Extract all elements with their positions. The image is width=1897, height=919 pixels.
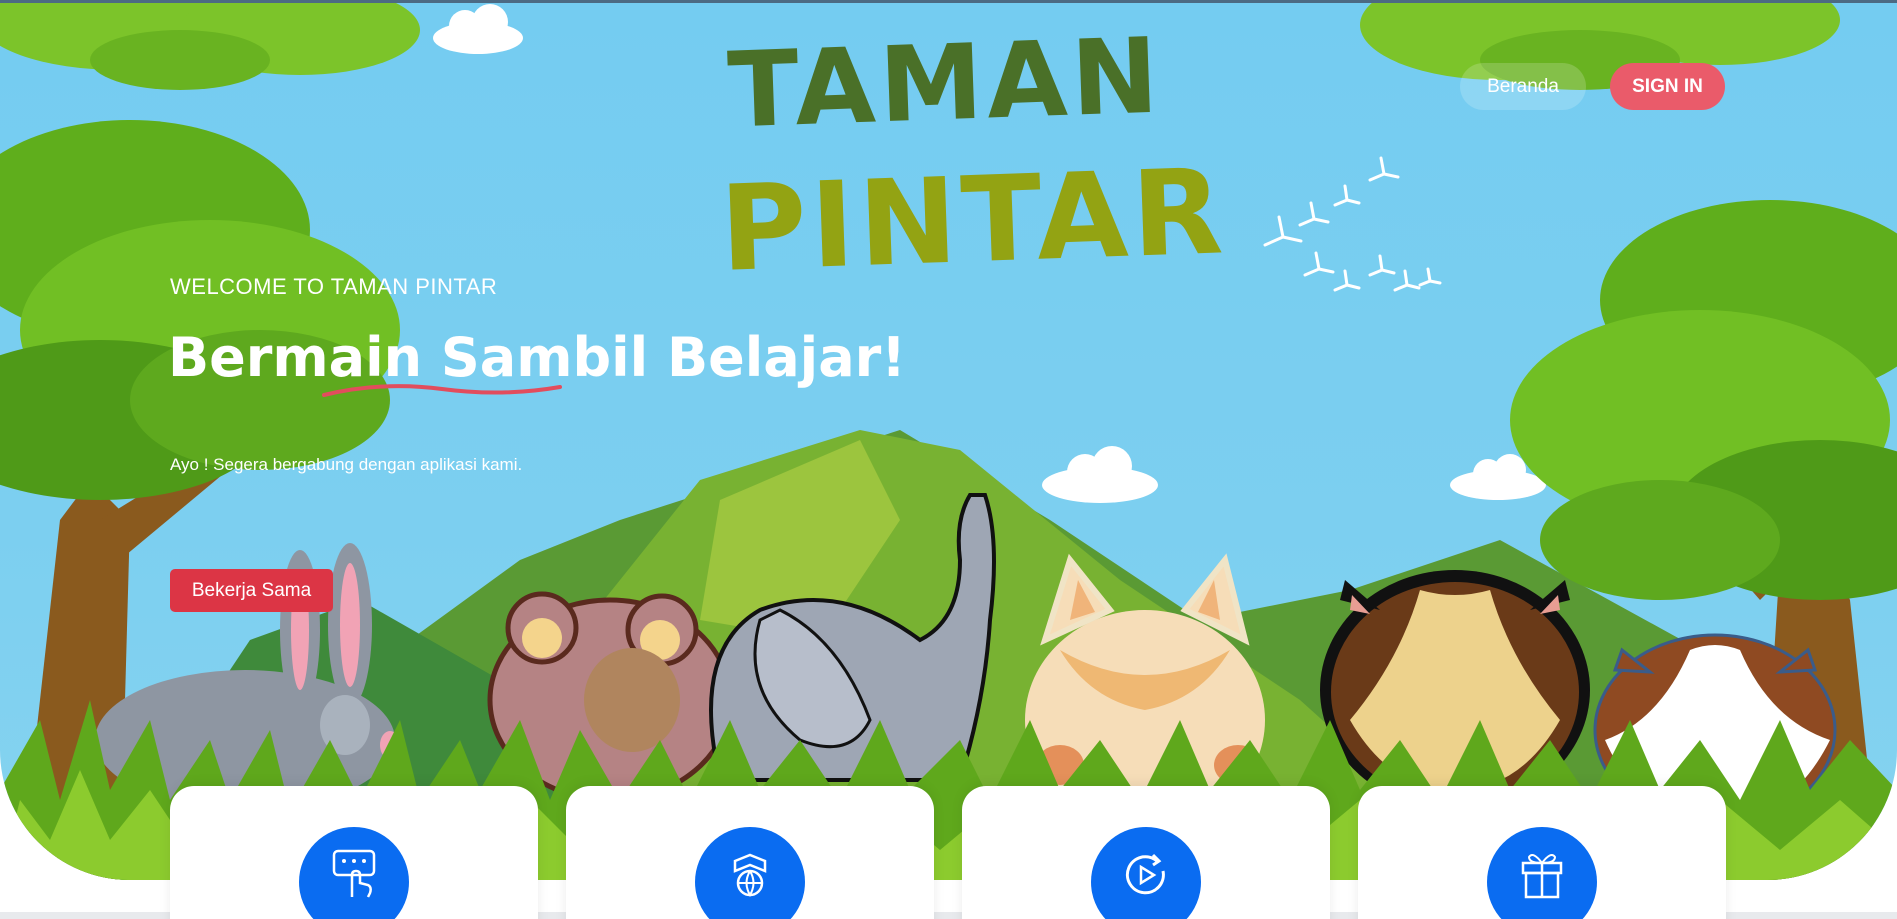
replay-video-icon [1125,853,1165,895]
top-border-line [0,0,1897,3]
feature-card-3[interactable] [962,786,1330,919]
birds-flock [1263,156,1442,292]
globe-book-icon [733,853,767,897]
canopy-top-right [1360,0,1840,90]
headline-underline-decoration [322,384,562,397]
cooperate-button[interactable]: Bekerja Sama [170,569,333,612]
nav-home-button[interactable]: Beranda [1460,63,1586,110]
feature-card-2[interactable] [566,786,934,919]
feature-icon-circle [1091,827,1201,919]
cloud-3 [433,4,523,54]
feature-card-1[interactable] [170,786,538,919]
logo-title-line1: TAMAN [725,14,1165,152]
hero-banner: TAMAN PINTAR Beranda SIGN IN WELCOME TO … [0,0,1897,880]
feature-icon-circle [299,827,409,919]
feature-icon-circle [695,827,805,919]
welcome-text: WELCOME TO TAMAN PINTAR [170,274,498,299]
touch-screen-icon [332,849,376,898]
feature-icon-circle [1487,827,1597,919]
cloud-1 [1042,446,1158,503]
feature-card-4[interactable] [1358,786,1726,919]
gift-icon [1521,854,1563,899]
hero-subtext: Ayo ! Segera bergabung dengan aplikasi k… [170,455,523,474]
signin-button[interactable]: SIGN IN [1610,63,1725,110]
canopy-top-left [0,0,420,90]
logo-title-line2: PINTAR [717,142,1229,298]
